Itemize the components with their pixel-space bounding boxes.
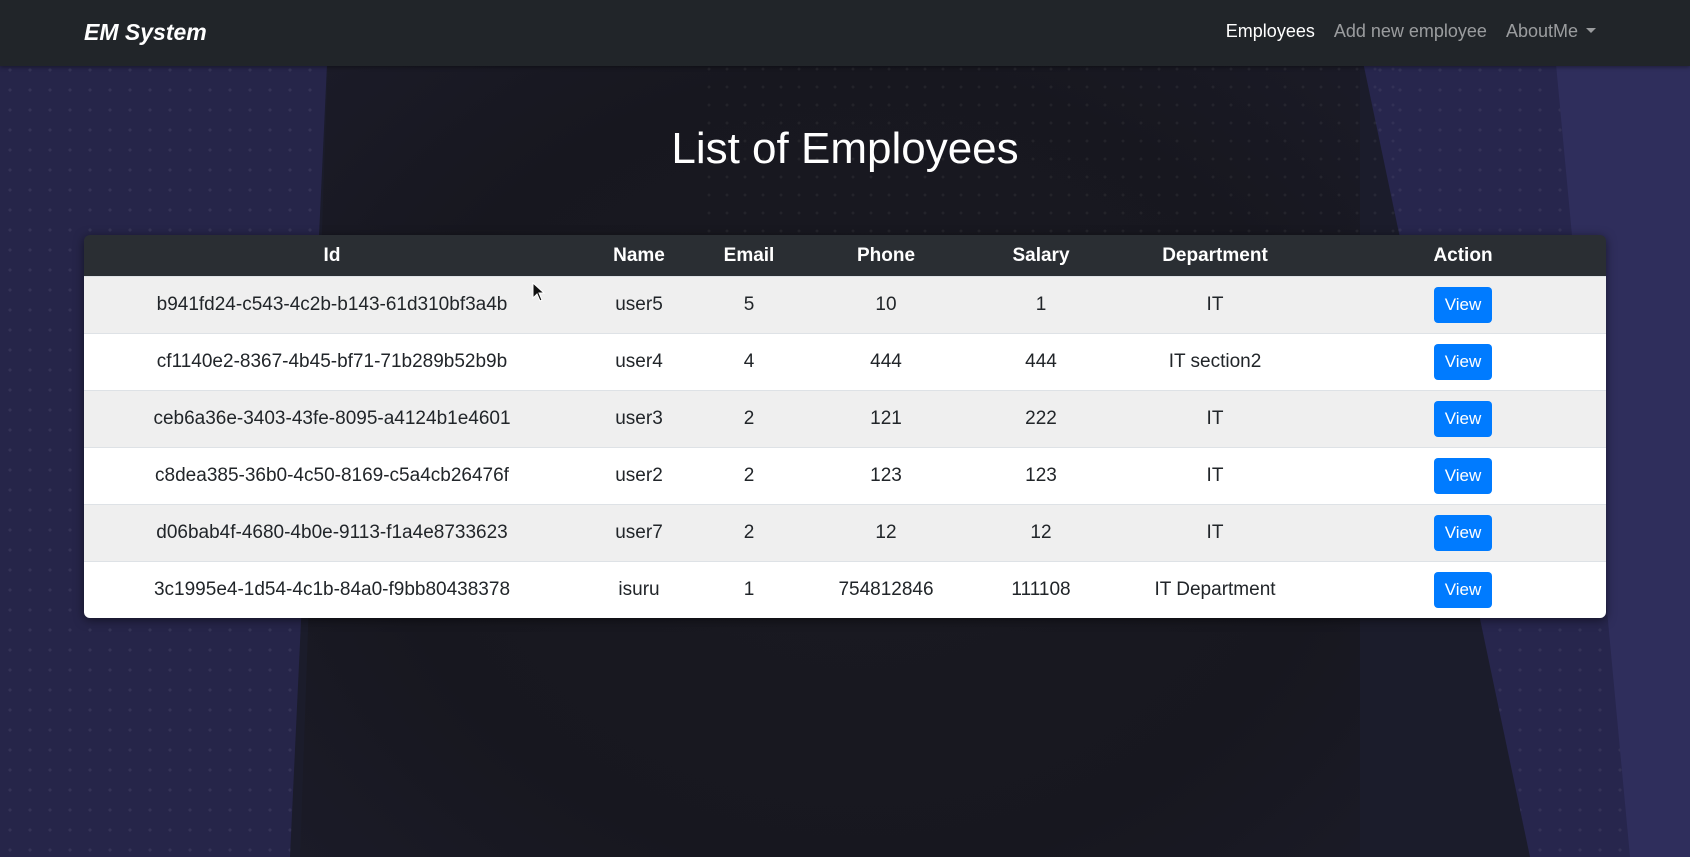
cell-salary: 444 — [972, 333, 1110, 391]
cell-phone: 754812846 — [800, 561, 972, 618]
nav-links: Employees Add new employee AboutMe — [1226, 21, 1596, 42]
cell-id: cf1140e2-8367-4b45-bf71-71b289b52b9b — [84, 333, 580, 391]
cell-phone: 444 — [800, 333, 972, 391]
view-button[interactable]: View — [1434, 572, 1492, 608]
cell-phone: 10 — [800, 276, 972, 334]
cell-salary: 111108 — [972, 561, 1110, 618]
cell-action: View — [1320, 333, 1606, 391]
cell-phone: 12 — [800, 504, 972, 562]
page-title: List of Employees — [671, 124, 1019, 173]
cell-name: isuru — [580, 561, 698, 618]
view-button[interactable]: View — [1434, 287, 1492, 323]
cell-name: user7 — [580, 504, 698, 562]
cell-action: View — [1320, 561, 1606, 618]
column-header-name: Name — [580, 235, 698, 277]
cell-email: 4 — [698, 333, 800, 391]
table-row: 3c1995e4-1d54-4c1b-84a0-f9bb80438378 isu… — [84, 561, 1606, 618]
column-header-id: Id — [84, 235, 580, 277]
view-button[interactable]: View — [1434, 458, 1492, 494]
cell-phone: 123 — [800, 447, 972, 505]
cell-id: ceb6a36e-3403-43fe-8095-a4124b1e4601 — [84, 390, 580, 448]
table-row: d06bab4f-4680-4b0e-9113-f1a4e8733623 use… — [84, 504, 1606, 562]
column-header-email: Email — [698, 235, 800, 277]
cell-name: user4 — [580, 333, 698, 391]
view-button[interactable]: View — [1434, 344, 1492, 380]
view-button[interactable]: View — [1434, 401, 1492, 437]
mouse-cursor-icon — [532, 282, 546, 302]
cell-email: 2 — [698, 504, 800, 562]
cell-action: View — [1320, 447, 1606, 505]
cell-department: IT — [1110, 447, 1320, 505]
chevron-down-icon — [1586, 28, 1596, 33]
table-body: b941fd24-c543-4c2b-b143-61d310bf3a4b use… — [84, 276, 1606, 618]
cell-salary: 222 — [972, 390, 1110, 448]
cell-email: 1 — [698, 561, 800, 618]
nav-dropdown-aboutme[interactable]: AboutMe — [1506, 21, 1596, 42]
cell-id: 3c1995e4-1d54-4c1b-84a0-f9bb80438378 — [84, 561, 580, 618]
nav-link-add-employee[interactable]: Add new employee — [1334, 21, 1487, 42]
cell-action: View — [1320, 504, 1606, 562]
cell-department: IT section2 — [1110, 333, 1320, 391]
table-header: Id Name Email Phone Salary Department Ac… — [84, 235, 1606, 277]
cell-department: IT — [1110, 504, 1320, 562]
cell-action: View — [1320, 276, 1606, 334]
cell-email: 5 — [698, 276, 800, 334]
column-header-salary: Salary — [972, 235, 1110, 277]
brand-logo[interactable]: EM System — [84, 19, 207, 46]
table-row: cf1140e2-8367-4b45-bf71-71b289b52b9b use… — [84, 333, 1606, 391]
cell-department: IT — [1110, 276, 1320, 334]
table-row: ceb6a36e-3403-43fe-8095-a4124b1e4601 use… — [84, 390, 1606, 448]
cell-salary: 12 — [972, 504, 1110, 562]
cell-phone: 121 — [800, 390, 972, 448]
cell-salary: 1 — [972, 276, 1110, 334]
nav-dropdown-label: AboutMe — [1505, 21, 1578, 41]
table-row: b941fd24-c543-4c2b-b143-61d310bf3a4b use… — [84, 276, 1606, 334]
navbar: EM System Employees Add new employee Abo… — [0, 0, 1690, 66]
cell-id: d06bab4f-4680-4b0e-9113-f1a4e8733623 — [84, 504, 580, 562]
cell-id: b941fd24-c543-4c2b-b143-61d310bf3a4b — [84, 276, 580, 334]
column-header-department: Department — [1110, 235, 1320, 277]
nav-link-employees[interactable]: Employees — [1226, 21, 1315, 42]
cell-name: user3 — [580, 390, 698, 448]
cell-action: View — [1320, 390, 1606, 448]
cell-id: c8dea385-36b0-4c50-8169-c5a4cb26476f — [84, 447, 580, 505]
cell-salary: 123 — [972, 447, 1110, 505]
column-header-phone: Phone — [800, 235, 972, 277]
table-row: c8dea385-36b0-4c50-8169-c5a4cb26476f use… — [84, 447, 1606, 505]
cell-email: 2 — [698, 447, 800, 505]
cell-email: 2 — [698, 390, 800, 448]
cell-department: IT — [1110, 390, 1320, 448]
column-header-action: Action — [1320, 235, 1606, 277]
cell-name: user2 — [580, 447, 698, 505]
employees-table-container: Id Name Email Phone Salary Department Ac… — [84, 235, 1606, 618]
cell-name: user5 — [580, 276, 698, 334]
cell-department: IT Department — [1110, 561, 1320, 618]
view-button[interactable]: View — [1434, 515, 1492, 551]
employees-table: Id Name Email Phone Salary Department Ac… — [84, 235, 1606, 618]
